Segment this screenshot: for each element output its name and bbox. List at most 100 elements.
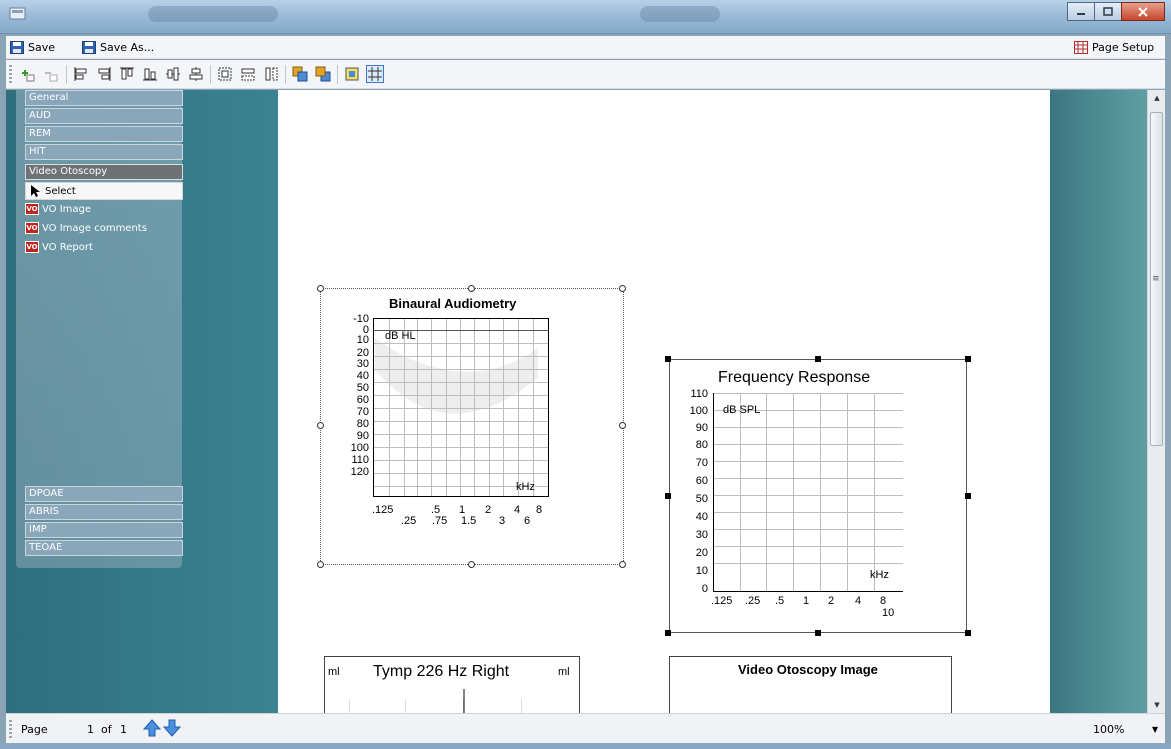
tymp-chart-object[interactable]: ml Tymp 226 Hz Right ml: [324, 656, 580, 713]
select-label: Select: [45, 185, 76, 197]
same-height-icon: [265, 67, 278, 81]
remove-object-button[interactable]: [43, 65, 61, 83]
save-button[interactable]: Save: [10, 39, 55, 56]
resize-handle[interactable]: [317, 422, 324, 429]
y-tick: 40: [695, 511, 708, 523]
palette-item-vo-image[interactable]: VO VO Image: [25, 201, 91, 217]
palette-item-vo-image-comments[interactable]: VO VO Image comments: [25, 220, 147, 236]
tymp-right-unit: ml: [558, 666, 570, 678]
resize-handle[interactable]: [965, 356, 971, 362]
tymp-title: Tymp 226 Hz Right: [373, 663, 510, 680]
category-general[interactable]: General: [25, 90, 183, 106]
bring-to-front-icon: [292, 66, 308, 82]
tymp-grid: [349, 689, 522, 713]
category-aud[interactable]: AUD: [25, 108, 183, 124]
blurred-title-2: [640, 6, 720, 22]
align-bottom-button[interactable]: [141, 65, 159, 83]
zoom-level[interactable]: 100%: [1093, 723, 1124, 736]
scroll-grip-icon: ≡: [1152, 274, 1160, 284]
object-palette: General AUD REM HIT Video Otoscopy Selec…: [16, 90, 183, 568]
arrow-down-icon[interactable]: [163, 719, 181, 737]
toolbar-grip[interactable]: [9, 65, 12, 84]
resize-handle[interactable]: [965, 630, 971, 636]
y-tick: 80: [695, 439, 708, 451]
page-setup-button[interactable]: Page Setup: [1074, 39, 1154, 56]
category-abris[interactable]: ABRIS: [25, 504, 183, 520]
palette-item-label: VO Report: [42, 241, 93, 253]
vo-icon: VO: [25, 203, 39, 215]
x-tick: 1: [803, 595, 810, 607]
scroll-down-icon[interactable]: ▼: [1148, 697, 1166, 713]
minimize-button[interactable]: [1067, 2, 1095, 21]
center-vertical-button[interactable]: [187, 65, 205, 83]
snap-to-grid-icon: [345, 67, 359, 81]
y-tick: 110: [690, 388, 708, 400]
resize-handle[interactable]: [665, 356, 671, 362]
resize-handle[interactable]: [619, 561, 626, 568]
frequency-response-object[interactable]: Frequency Response dB SPL kHz 110 100 90…: [669, 359, 967, 633]
category-hit[interactable]: HIT: [25, 144, 183, 160]
resize-handle[interactable]: [619, 422, 626, 429]
category-teoae[interactable]: TEOAE: [25, 540, 183, 556]
y-tick: 20: [695, 547, 708, 559]
y-tick: 30: [695, 529, 708, 541]
resize-handle[interactable]: [665, 493, 671, 499]
minimize-icon: [1077, 12, 1085, 15]
audiometry-selection-frame: [320, 288, 624, 565]
resize-handle[interactable]: [815, 356, 821, 362]
resize-handle[interactable]: [665, 630, 671, 636]
y-tick: 100: [689, 405, 708, 417]
align-right-button[interactable]: [95, 65, 113, 83]
add-object-button[interactable]: [20, 65, 38, 83]
same-size-button[interactable]: [216, 65, 234, 83]
resize-handle[interactable]: [468, 285, 475, 292]
align-top-button[interactable]: [118, 65, 136, 83]
resize-handle[interactable]: [317, 285, 324, 292]
send-to-back-button[interactable]: [314, 65, 332, 83]
center-horizontal-button[interactable]: [164, 65, 182, 83]
center-horizontal-icon: [166, 67, 180, 81]
x-tick: .5: [775, 595, 785, 607]
category-video-otoscopy[interactable]: Video Otoscopy: [25, 164, 183, 180]
zoom-dropdown-icon[interactable]: ▼: [1152, 725, 1158, 734]
align-left-button[interactable]: [72, 65, 90, 83]
same-height-button[interactable]: [262, 65, 280, 83]
save-label: Save: [28, 41, 56, 54]
close-button[interactable]: [1121, 2, 1165, 21]
menu-bar: Save Save As... Page Setup: [6, 36, 1165, 59]
vo-image-title: Video Otoscopy Image: [738, 662, 878, 677]
remove-object-icon: [45, 72, 58, 82]
arrow-up-icon[interactable]: [143, 719, 161, 737]
x-tick: 8: [880, 595, 887, 607]
tymp-left-unit: ml: [328, 666, 340, 678]
save-as-button[interactable]: Save As...: [82, 39, 154, 56]
add-object-icon: [22, 70, 35, 82]
resize-handle[interactable]: [965, 493, 971, 499]
layout-toolbar: [6, 60, 1165, 89]
video-otoscopy-image-object[interactable]: Video Otoscopy Image: [669, 656, 952, 713]
show-grid-button[interactable]: [366, 65, 384, 83]
category-imp[interactable]: IMP: [25, 522, 183, 538]
same-width-button[interactable]: [239, 65, 257, 83]
maximize-button[interactable]: [1094, 2, 1122, 21]
resize-handle[interactable]: [815, 630, 821, 636]
resize-handle[interactable]: [468, 561, 475, 568]
palette-item-vo-report[interactable]: VO VO Report: [25, 239, 93, 255]
category-dpoae[interactable]: DPOAE: [25, 486, 183, 502]
resize-handle[interactable]: [317, 561, 324, 568]
vo-icon: VO: [25, 241, 39, 253]
resize-handle[interactable]: [619, 285, 626, 292]
bring-to-front-button[interactable]: [291, 65, 309, 83]
maximize-icon: [1103, 6, 1113, 16]
snap-to-grid-button[interactable]: [343, 65, 361, 83]
save-as-label: Save As...: [100, 41, 155, 54]
scroll-up-icon[interactable]: ▲: [1148, 90, 1166, 106]
statusbar-grip[interactable]: [9, 720, 12, 738]
page-setup-label: Page Setup: [1092, 41, 1155, 54]
vertical-scrollbar[interactable]: ▲ ≡ ▼: [1147, 90, 1165, 713]
vo-icon: VO: [25, 222, 39, 234]
category-rem[interactable]: REM: [25, 126, 183, 142]
freqresp-y-unit: dB SPL: [723, 404, 761, 416]
select-tool[interactable]: Select: [25, 182, 183, 200]
window-bottom-border: [0, 743, 1171, 749]
